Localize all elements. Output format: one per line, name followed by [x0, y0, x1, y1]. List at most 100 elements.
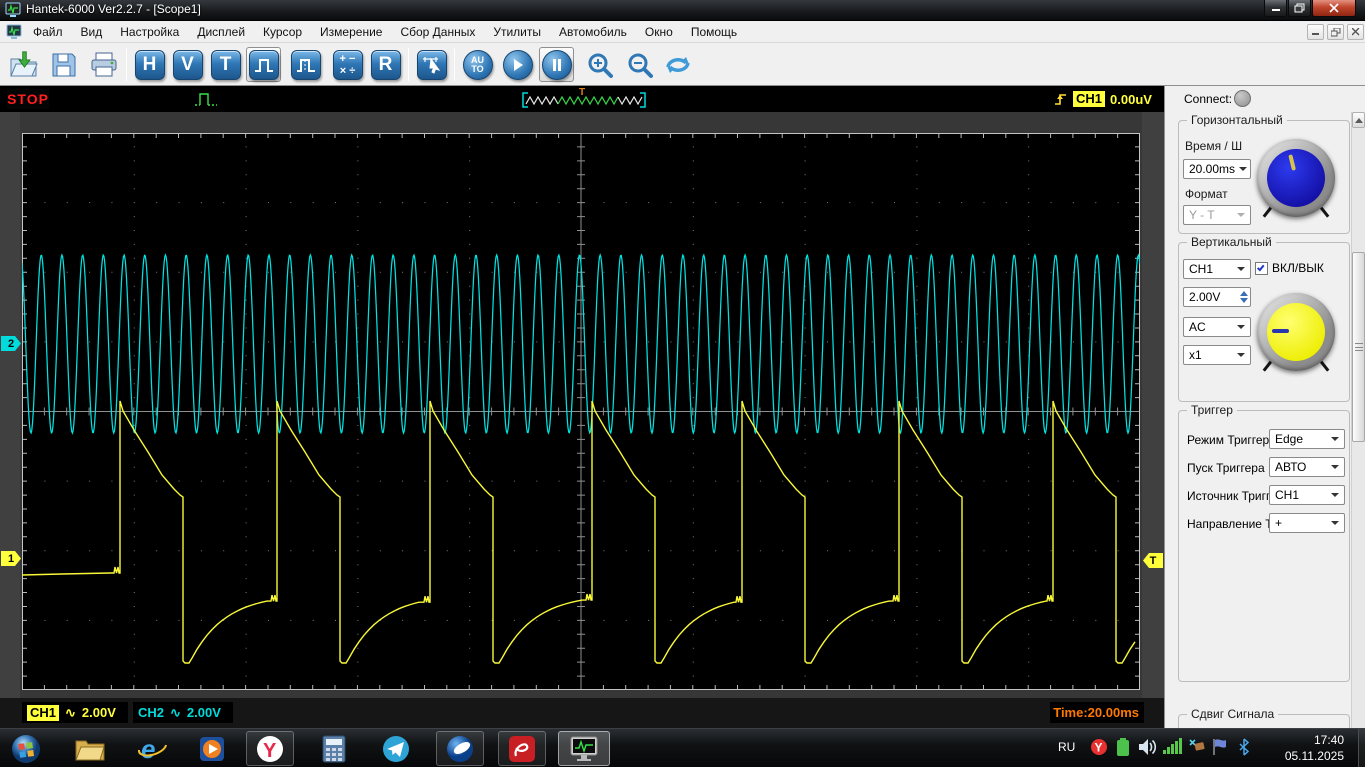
yandex-browser-icon[interactable]: Y — [246, 731, 294, 766]
preview-wave-selected — [557, 95, 619, 106]
menu-item-9[interactable]: Окно — [636, 21, 682, 43]
trigger-mode-combo[interactable]: Edge — [1269, 429, 1345, 449]
autoset-button[interactable]: AU TO — [460, 47, 495, 82]
tray-bluetooth-icon[interactable] — [1237, 738, 1251, 761]
svg-text:Y: Y — [263, 740, 277, 762]
tray-network-icon[interactable] — [1163, 738, 1183, 759]
restore-button[interactable] — [1288, 0, 1311, 17]
ch1-waveform — [22, 400, 1136, 664]
close-button[interactable] — [1312, 0, 1356, 17]
control-panel: Горизонтальный Время / Ш 20.00ms Формат … — [1170, 112, 1365, 728]
trigger-source-combo[interactable]: CH1 — [1269, 485, 1345, 505]
menu-item-3[interactable]: Дисплей — [188, 21, 254, 43]
scrollbar-thumb[interactable] — [1352, 252, 1365, 442]
waveform-display — [22, 133, 1140, 690]
tray-flag-icon[interactable] — [1212, 738, 1228, 761]
h-letter: H — [134, 49, 165, 80]
tray-volume-icon[interactable] — [1138, 738, 1158, 761]
trigger-sweep-row: Пуск Триггера АВТО — [1185, 457, 1345, 479]
ch1-badge: CH1 — [27, 704, 60, 721]
tray-yandex-icon[interactable]: Y — [1090, 738, 1108, 761]
print-button[interactable] — [86, 47, 121, 82]
channel-select-combo[interactable]: CH1 — [1183, 259, 1251, 279]
minimize-button[interactable] — [1264, 0, 1287, 17]
trigger-slope-label: Направление Тр — [1187, 517, 1271, 531]
hantek-app-icon[interactable] — [558, 731, 610, 766]
menu-item-4[interactable]: Курсор — [254, 21, 311, 43]
zoom-out-button[interactable] — [622, 47, 657, 82]
mdi-close-button[interactable] — [1347, 24, 1364, 40]
menu-item-6[interactable]: Сбор Данных — [391, 21, 484, 43]
trigger-slope-combo[interactable]: + — [1269, 513, 1345, 533]
reference-button[interactable]: R — [368, 47, 403, 82]
format-combo[interactable]: Y - T — [1183, 205, 1251, 225]
language-indicator[interactable]: RU — [1058, 740, 1075, 754]
channel-enable-checkbox[interactable] — [1255, 261, 1268, 275]
menu-item-2[interactable]: Настройка — [111, 21, 188, 43]
media-player-icon[interactable] — [194, 731, 230, 766]
calculator-icon[interactable] — [316, 731, 352, 766]
horizontal-group-title: Горизонтальный — [1187, 113, 1287, 127]
trigger-mode-value: Edge — [1275, 432, 1304, 446]
horizontal-position-knob[interactable] — [1257, 139, 1335, 218]
probe-attenuation-combo[interactable]: x1 — [1183, 345, 1251, 365]
trigger-level-readout: CH1 0.00uV — [1054, 88, 1152, 110]
coupling-value: AC — [1189, 320, 1206, 334]
coupling-combo[interactable]: AC — [1183, 317, 1251, 337]
refresh-button[interactable] — [660, 47, 695, 82]
zoom-in-button[interactable] — [582, 47, 617, 82]
telegram-icon[interactable] — [378, 731, 414, 766]
explorer-icon[interactable] — [72, 731, 108, 766]
trigger-source-label: Источник Тригг — [1187, 489, 1271, 503]
timebase-status: Time:20.00ms — [1050, 702, 1144, 723]
panel-scrollbar[interactable] — [1351, 112, 1365, 728]
start-button[interactable] — [8, 731, 44, 766]
acrobat-reader-icon[interactable] — [498, 731, 546, 766]
time-per-div-combo[interactable]: 20.00ms — [1183, 159, 1251, 179]
horizontal-setup-button[interactable]: H — [132, 47, 167, 82]
trigger-setup-button[interactable]: T — [208, 47, 243, 82]
pulse-width-button[interactable] — [288, 47, 323, 82]
tray-battery-icon[interactable] — [1116, 738, 1130, 762]
save-button[interactable] — [46, 47, 81, 82]
format-value: Y - T — [1189, 208, 1215, 222]
internet-explorer-icon[interactable]: e — [134, 731, 170, 766]
run-button[interactable] — [500, 47, 535, 82]
browser-sphere-icon[interactable] — [436, 731, 484, 766]
taskbar: e Y RU Y 17:40 05.11.2025 — [0, 728, 1365, 767]
trigger-sweep-value: АВТО — [1275, 460, 1307, 474]
volts-per-div-spinner[interactable]: 2.00V — [1183, 287, 1251, 307]
vertical-position-knob[interactable] — [1257, 293, 1335, 372]
scrollbar-up-arrow[interactable] — [1352, 112, 1365, 128]
math-button[interactable]: + − × ÷ — [330, 47, 365, 82]
channel-status-bar: CH1 ∿ 2.00V CH2 ∿ 2.00V Time:20.00ms — [0, 698, 1164, 728]
title-bar: Hantek-6000 Ver2.2.7 - [Scope1] — [0, 0, 1365, 21]
menu-item-10[interactable]: Помощь — [682, 21, 746, 43]
menu-item-8[interactable]: Автомобиль — [550, 21, 636, 43]
tray-clock[interactable]: 17:40 05.11.2025 — [1258, 732, 1344, 764]
mdi-restore-button[interactable] — [1327, 24, 1344, 40]
probe-attenuation-value: x1 — [1189, 348, 1202, 362]
ch1-scale: 2.00V — [81, 705, 116, 720]
trigger-position-preview: T — [518, 87, 650, 111]
menu-item-0[interactable]: Файл — [24, 21, 72, 43]
menu-item-5[interactable]: Измерение — [311, 21, 391, 43]
tray-utility-icon[interactable] — [1188, 738, 1206, 759]
menu-item-1[interactable]: Вид — [72, 21, 112, 43]
trigger-slope-value: + — [1275, 516, 1283, 530]
left-marker-gutter — [0, 112, 20, 698]
vertical-setup-button[interactable]: V — [170, 47, 205, 82]
open-button[interactable] — [6, 47, 41, 82]
trigger-source-row: Источник Тригг CH1 — [1185, 485, 1345, 507]
trigger-sweep-combo[interactable]: АВТО — [1269, 457, 1345, 477]
pulse-mode-button[interactable] — [246, 47, 281, 82]
stop-indicator: STOP — [7, 89, 49, 109]
mdi-minimize-button[interactable] — [1307, 24, 1324, 40]
cursor-tool-button[interactable] — [414, 47, 449, 82]
pause-button[interactable] — [539, 47, 574, 82]
menu-bar: Файл Вид Настройка Дисплей Курсор Измерение Сб… — [0, 21, 1365, 43]
show-desktop-button[interactable] — [1358, 729, 1365, 767]
menu-item-7[interactable]: Утилиты — [484, 21, 550, 43]
math-bottom: × ÷ — [339, 64, 356, 77]
r-letter: R — [370, 49, 401, 80]
